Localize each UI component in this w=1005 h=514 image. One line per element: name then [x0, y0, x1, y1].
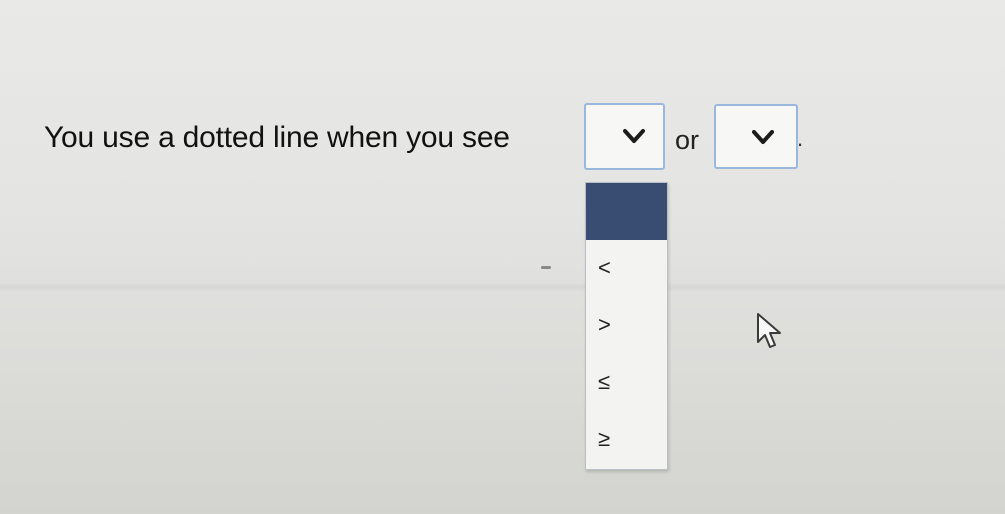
dropdown-option-greater-than-or-equal[interactable]: ≥ [586, 411, 667, 467]
chevron-down-icon [623, 129, 645, 143]
inequality-select-2[interactable] [714, 104, 798, 169]
dropdown-option-label: > [598, 312, 611, 337]
question-connector: or [675, 125, 700, 155]
inequality-select-1[interactable] [584, 103, 665, 170]
dropdown-option-label: ≤ [598, 369, 611, 394]
mouse-pointer-icon [757, 313, 781, 348]
dropdown-option-greater-than[interactable]: > [586, 297, 667, 353]
screen-speck [541, 266, 551, 269]
screen-area: You use a dotted line when you see or . … [0, 0, 1005, 514]
inequality-dropdown-menu[interactable]: < > ≤ ≥ [585, 182, 668, 470]
background-shadow [0, 282, 1005, 292]
dropdown-option-less-than[interactable]: < [586, 240, 667, 296]
dropdown-option-label: < [598, 255, 611, 280]
question-text: You use a dotted line when you see [44, 121, 510, 154]
dropdown-option-less-than-or-equal[interactable]: ≤ [586, 354, 667, 410]
dropdown-option-blank[interactable] [586, 183, 667, 240]
chevron-down-icon [752, 130, 774, 144]
dropdown-option-label: ≥ [598, 426, 611, 451]
question-period: . [797, 126, 804, 151]
